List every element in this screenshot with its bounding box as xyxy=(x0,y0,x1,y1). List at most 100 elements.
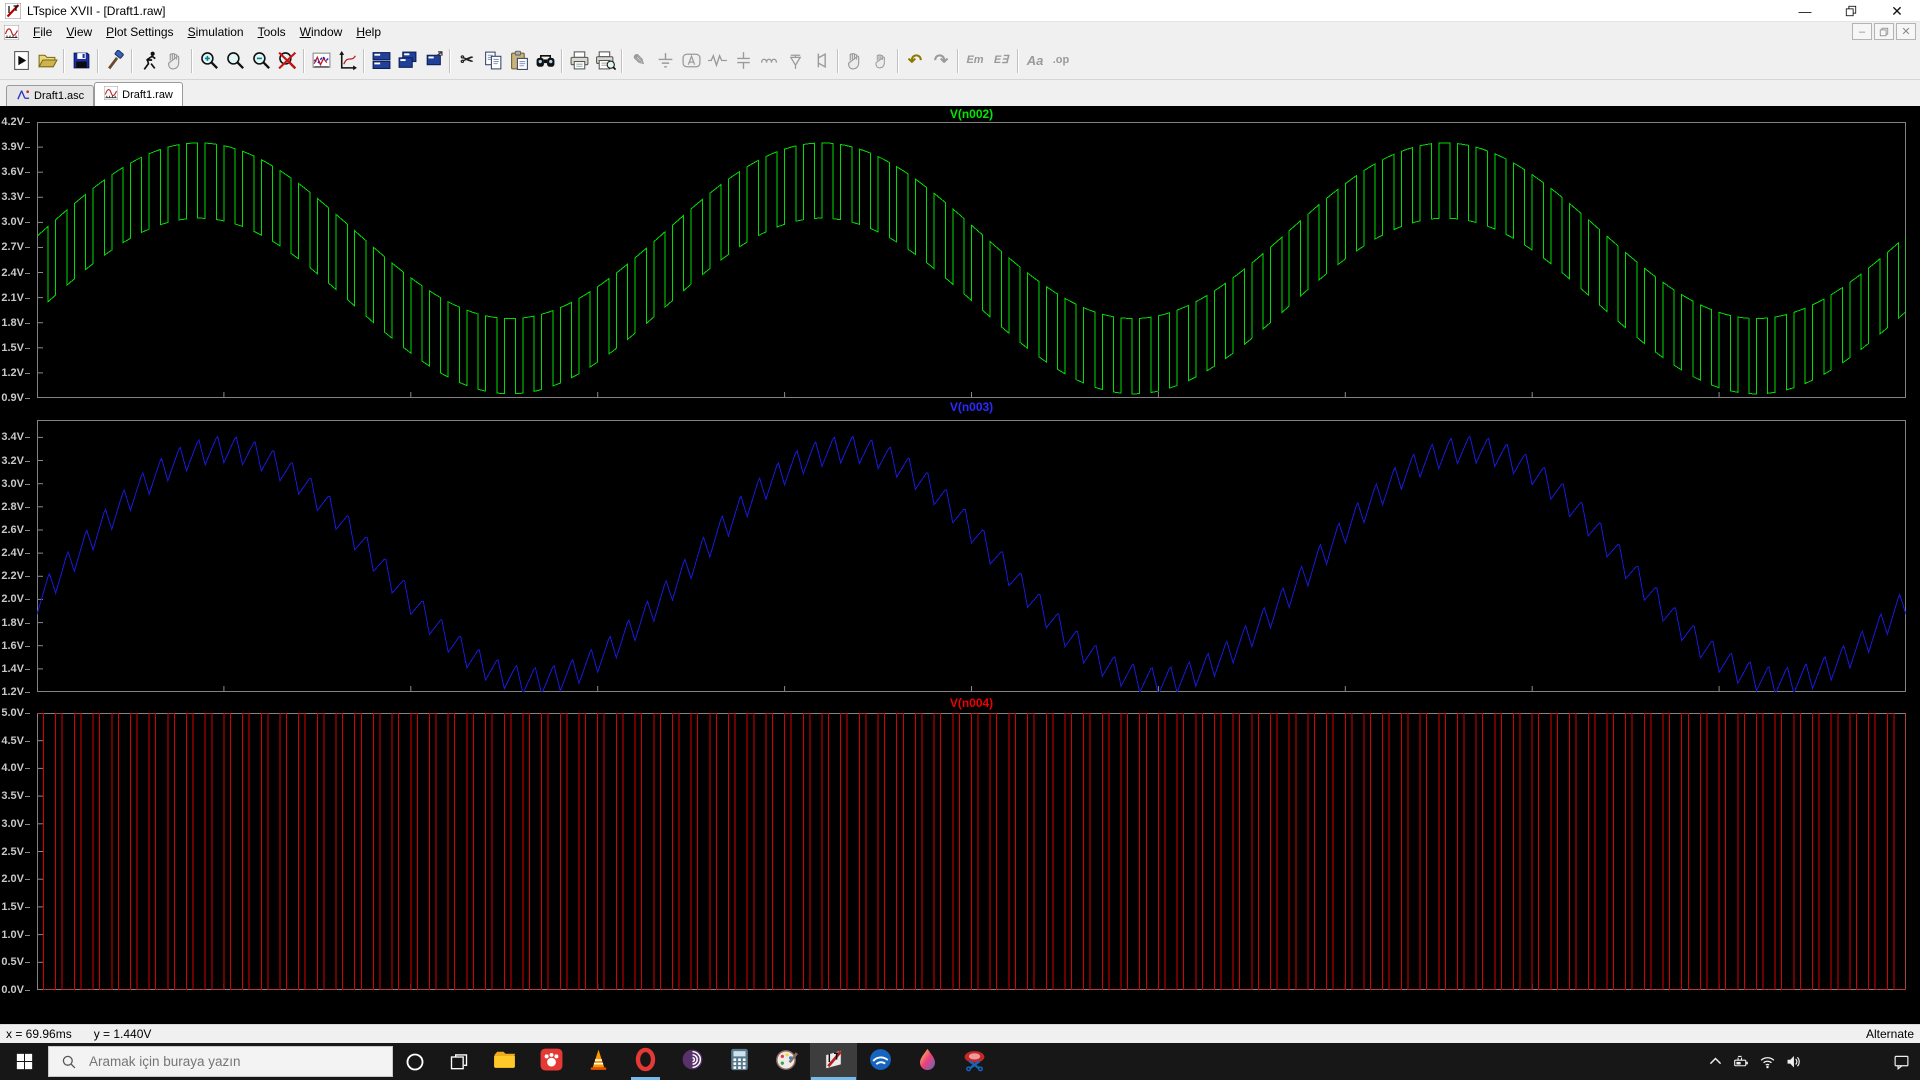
close-button[interactable]: ✕ xyxy=(1874,0,1920,22)
taskbar-app-tor-browser[interactable] xyxy=(669,1043,716,1080)
move-icon[interactable] xyxy=(842,48,868,74)
cursor-x-readout: x = 69.96ms xyxy=(6,1027,72,1041)
mirror-icon[interactable]: Em xyxy=(962,48,988,74)
taskbar-app-media-snip-app[interactable] xyxy=(951,1043,998,1080)
run-icon[interactable] xyxy=(8,48,34,74)
text-icon[interactable]: Aa xyxy=(1022,48,1048,74)
undo-icon[interactable]: ↶ xyxy=(902,48,928,74)
waveform-icon xyxy=(103,85,119,103)
draw-wire-icon[interactable]: ✎ xyxy=(626,48,652,74)
taskbar-search[interactable] xyxy=(48,1046,393,1077)
restore-button[interactable] xyxy=(1828,0,1874,22)
waveform-plot-vn003[interactable] xyxy=(37,420,1906,692)
toolbar-separator xyxy=(837,48,839,73)
tab-label: Draft1.asc xyxy=(34,90,85,102)
paint-icon xyxy=(774,1047,799,1077)
toolbar-separator xyxy=(1017,48,1019,73)
taskbar-app-paint[interactable] xyxy=(763,1043,810,1080)
toolbar-separator xyxy=(957,48,959,73)
toolbar-separator xyxy=(63,48,65,73)
tab-draft1.raw[interactable]: Draft1.raw xyxy=(94,82,183,106)
trace-label-vn004[interactable]: V(n004) xyxy=(37,696,1906,710)
diode-icon[interactable] xyxy=(782,48,808,74)
toolbar-separator xyxy=(621,48,623,73)
pan-icon[interactable] xyxy=(162,48,188,74)
component-icon[interactable] xyxy=(808,48,834,74)
inductor-icon[interactable] xyxy=(756,48,782,74)
chevron-up-icon[interactable] xyxy=(1702,1043,1728,1080)
print-preview-icon[interactable] xyxy=(592,48,618,74)
waveform-plot-vn004[interactable] xyxy=(37,713,1906,990)
capacitor-icon[interactable] xyxy=(730,48,756,74)
task-view-button[interactable] xyxy=(437,1043,481,1080)
child-restore-button[interactable] xyxy=(1874,23,1894,40)
y-tick-label: 1.5V xyxy=(0,342,30,354)
trace-label-vn002[interactable]: V(n002) xyxy=(37,107,1906,121)
tile-windows-icon[interactable] xyxy=(368,48,394,74)
menu-file[interactable]: File xyxy=(26,23,59,41)
open-new-window-icon[interactable] xyxy=(420,48,446,74)
plot-settings-icon[interactable] xyxy=(308,48,334,74)
find-icon[interactable] xyxy=(532,48,558,74)
drag-icon[interactable] xyxy=(868,48,894,74)
tor-browser-icon xyxy=(680,1047,705,1077)
open-icon[interactable] xyxy=(34,48,60,74)
y-tick-label: 3.0V xyxy=(0,216,30,228)
redo-icon[interactable]: ↷ xyxy=(928,48,954,74)
taskbar-app-ltspice[interactable] xyxy=(810,1043,857,1080)
cascade-windows-icon[interactable] xyxy=(394,48,420,74)
openoffice-icon xyxy=(868,1047,893,1077)
print-icon[interactable] xyxy=(566,48,592,74)
zoom-out-icon[interactable] xyxy=(248,48,274,74)
copy-icon[interactable] xyxy=(480,48,506,74)
menu-bar: File View Plot Settings Simulation Tools Wind… xyxy=(0,22,1920,42)
net-label-icon[interactable] xyxy=(678,48,704,74)
zoom-in-icon[interactable] xyxy=(196,48,222,74)
taskbar-app-calculator[interactable] xyxy=(716,1043,763,1080)
menu-plot-settings[interactable]: Plot Settings xyxy=(99,23,180,41)
taskbar-app-vlc[interactable] xyxy=(575,1043,622,1080)
battery-plug-icon[interactable] xyxy=(1728,1043,1754,1080)
taskbar-app-file-explorer[interactable] xyxy=(481,1043,528,1080)
speaker-icon[interactable] xyxy=(1780,1043,1806,1080)
menu-window[interactable]: Window xyxy=(293,23,350,41)
cut-icon[interactable]: ✂ xyxy=(454,48,480,74)
action-center-icon[interactable] xyxy=(1888,1043,1914,1080)
waveform-plot-vn002[interactable] xyxy=(37,122,1906,398)
taskbar-app-opera[interactable] xyxy=(622,1043,669,1080)
ltspice-logo-icon xyxy=(4,2,22,19)
y-tick-label: 3.6V xyxy=(0,166,30,178)
autorange-icon[interactable] xyxy=(334,48,360,74)
paste-icon[interactable] xyxy=(506,48,532,74)
zoom-full-icon[interactable] xyxy=(274,48,300,74)
start-button[interactable] xyxy=(0,1043,48,1080)
menu-help[interactable]: Help xyxy=(349,23,388,41)
zoom-area-icon[interactable] xyxy=(222,48,248,74)
minimize-button[interactable]: — xyxy=(1782,0,1828,22)
trace-label-vn003[interactable]: V(n003) xyxy=(37,400,1906,414)
tab-draft1.asc[interactable]: Draft1.asc xyxy=(6,85,95,106)
save-icon[interactable] xyxy=(68,48,94,74)
taskbar-app-color-droplet-app[interactable] xyxy=(904,1043,951,1080)
taskbar-app-openoffice[interactable] xyxy=(857,1043,904,1080)
y-tick-label: 2.7V xyxy=(0,241,30,253)
halt-icon[interactable] xyxy=(136,48,162,74)
ground-icon[interactable] xyxy=(652,48,678,74)
menu-view[interactable]: View xyxy=(59,23,99,41)
child-minimize-button[interactable]: – xyxy=(1852,23,1872,40)
taskbar-app-paw-app[interactable] xyxy=(528,1043,575,1080)
menu-tools[interactable]: Tools xyxy=(251,23,293,41)
y-tick-label: 4.0V xyxy=(0,762,30,774)
resistor-icon[interactable] xyxy=(704,48,730,74)
child-close-button[interactable]: ✕ xyxy=(1896,23,1916,40)
y-tick-label: 3.5V xyxy=(0,790,30,802)
search-input[interactable] xyxy=(87,1053,361,1070)
rotate-icon[interactable]: E∃ xyxy=(988,48,1014,74)
cortana-button[interactable] xyxy=(393,1043,437,1080)
wifi-icon[interactable] xyxy=(1754,1043,1780,1080)
menu-simulation[interactable]: Simulation xyxy=(181,23,251,41)
control-panel-icon[interactable] xyxy=(102,48,128,74)
file-explorer-icon xyxy=(492,1047,517,1077)
spice-directive-icon[interactable]: .op xyxy=(1048,48,1074,74)
waveform-viewer[interactable]: V(n002) 4.2V 3.9V 3.6V 3.3V 3.0V 2.7V 2.4V 2.1V 1… xyxy=(0,106,1920,1024)
